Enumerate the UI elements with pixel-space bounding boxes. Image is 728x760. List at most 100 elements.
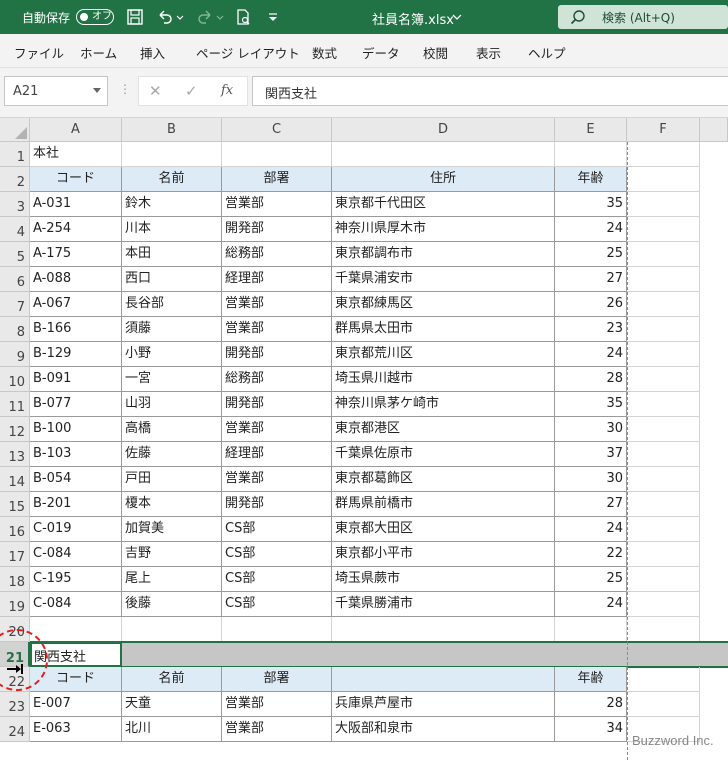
row-header[interactable]: 1 (0, 142, 30, 167)
data-cell[interactable]: 開発部 (222, 342, 332, 367)
header-cell[interactable]: 年齢 (555, 167, 627, 192)
column-header-blank[interactable] (700, 118, 728, 142)
data-cell[interactable]: 大阪部和泉市 (332, 717, 555, 742)
data-cell[interactable]: 開発部 (222, 492, 332, 517)
data-cell[interactable]: 営業部 (222, 417, 332, 442)
data-cell[interactable]: 24 (555, 592, 627, 617)
cell[interactable] (627, 367, 700, 392)
data-cell[interactable]: 西口 (122, 267, 222, 292)
data-cell[interactable]: 千葉県浦安市 (332, 267, 555, 292)
data-cell[interactable]: 川本 (122, 217, 222, 242)
data-cell[interactable]: C-084 (30, 592, 122, 617)
data-cell[interactable]: 22 (555, 542, 627, 567)
row-header[interactable]: 16 (0, 517, 30, 542)
data-cell[interactable]: 24 (555, 217, 627, 242)
row-header[interactable]: 19 (0, 592, 30, 617)
data-cell[interactable]: 27 (555, 492, 627, 517)
row-header[interactable]: 18 (0, 567, 30, 592)
cell[interactable] (627, 467, 700, 492)
print-preview-icon[interactable] (232, 6, 254, 28)
cell[interactable] (627, 392, 700, 417)
data-cell[interactable]: 東京都小平市 (332, 542, 555, 567)
data-cell[interactable]: B-129 (30, 342, 122, 367)
header-cell[interactable]: 住所 (332, 167, 555, 192)
tab-data[interactable]: データ (362, 43, 400, 62)
data-cell[interactable]: 37 (555, 442, 627, 467)
data-cell[interactable]: 営業部 (222, 717, 332, 742)
save-icon[interactable] (124, 6, 146, 28)
chevron-down-icon[interactable] (93, 88, 101, 93)
data-cell[interactable]: B-201 (30, 492, 122, 517)
data-cell[interactable]: 群馬県太田市 (332, 317, 555, 342)
undo-icon[interactable] (154, 6, 176, 28)
cell[interactable] (627, 292, 700, 317)
row-header[interactable]: 23 (0, 692, 30, 717)
data-cell[interactable]: C-084 (30, 542, 122, 567)
data-cell[interactable]: 23 (555, 317, 627, 342)
data-cell[interactable]: 営業部 (222, 467, 332, 492)
section-title-cell[interactable]: 本社 (30, 142, 122, 167)
tab-view[interactable]: 表示 (476, 43, 501, 62)
data-cell[interactable]: 埼玉県蕨市 (332, 567, 555, 592)
header-cell[interactable]: 年齢 (555, 667, 627, 692)
insert-function-icon[interactable]: fx (221, 83, 233, 98)
cell[interactable] (555, 617, 627, 642)
undo-dropdown-icon[interactable] (174, 6, 186, 28)
data-cell[interactable]: 東京都大田区 (332, 517, 555, 542)
worksheet-grid[interactable]: A B C D E F 1 本社 2 コード 名前 部署 住所 年齢 3 A-031 鈴木 営業部 東京都千代田区 3… (0, 118, 728, 760)
data-cell[interactable]: A-254 (30, 217, 122, 242)
data-cell[interactable]: 経理部 (222, 442, 332, 467)
cell[interactable] (555, 142, 627, 167)
cell[interactable] (332, 142, 555, 167)
data-cell[interactable]: B-100 (30, 417, 122, 442)
data-cell[interactable]: A-175 (30, 242, 122, 267)
tab-insert[interactable]: 挿入 (140, 43, 165, 62)
cell[interactable] (627, 517, 700, 542)
data-cell[interactable]: 北川 (122, 717, 222, 742)
data-cell[interactable]: 後藤 (122, 592, 222, 617)
tab-page-layout[interactable]: ページ レイアウト (196, 43, 300, 62)
data-cell[interactable]: 35 (555, 192, 627, 217)
tab-review[interactable]: 校閲 (423, 43, 448, 62)
data-cell[interactable]: 35 (555, 392, 627, 417)
data-cell[interactable]: E-063 (30, 717, 122, 742)
row-header[interactable]: 11 (0, 392, 30, 417)
data-cell[interactable]: 東京都千代田区 (332, 192, 555, 217)
data-cell[interactable]: 25 (555, 242, 627, 267)
data-cell[interactable]: 神奈川県厚木市 (332, 217, 555, 242)
cell[interactable] (627, 317, 700, 342)
data-cell[interactable]: 25 (555, 567, 627, 592)
data-cell[interactable]: 東京都荒川区 (332, 342, 555, 367)
data-cell[interactable]: 本田 (122, 242, 222, 267)
cell[interactable] (627, 217, 700, 242)
data-cell[interactable]: 一宮 (122, 367, 222, 392)
cell[interactable] (627, 567, 700, 592)
data-cell[interactable]: B-103 (30, 442, 122, 467)
column-header-e[interactable]: E (555, 118, 627, 142)
data-cell[interactable]: 総務部 (222, 367, 332, 392)
data-cell[interactable]: 千葉県佐原市 (332, 442, 555, 467)
name-box[interactable]: A21 (4, 76, 108, 106)
data-cell[interactable]: 鈴木 (122, 192, 222, 217)
cell[interactable] (222, 617, 332, 642)
data-cell[interactable]: 兵庫県芦屋市 (332, 692, 555, 717)
data-cell[interactable]: 営業部 (222, 317, 332, 342)
cell[interactable] (627, 167, 700, 192)
data-cell[interactable]: 須藤 (122, 317, 222, 342)
row-header[interactable]: 17 (0, 542, 30, 567)
data-cell[interactable]: 長谷部 (122, 292, 222, 317)
data-cell[interactable]: 東京都港区 (332, 417, 555, 442)
cell[interactable] (222, 142, 332, 167)
cell[interactable] (627, 442, 700, 467)
row-header[interactable]: 9 (0, 342, 30, 367)
autosave-toggle[interactable]: オフ (76, 9, 114, 25)
data-cell[interactable]: 東京都練馬区 (332, 292, 555, 317)
cell[interactable] (627, 492, 700, 517)
data-cell[interactable]: E-007 (30, 692, 122, 717)
data-cell[interactable]: 神奈川県茅ケ崎市 (332, 392, 555, 417)
data-cell[interactable]: 34 (555, 717, 627, 742)
formula-input[interactable]: 関西支社 (252, 76, 728, 106)
cell[interactable] (627, 617, 700, 642)
header-cell[interactable]: 名前 (122, 667, 222, 692)
data-cell[interactable]: 戸田 (122, 467, 222, 492)
